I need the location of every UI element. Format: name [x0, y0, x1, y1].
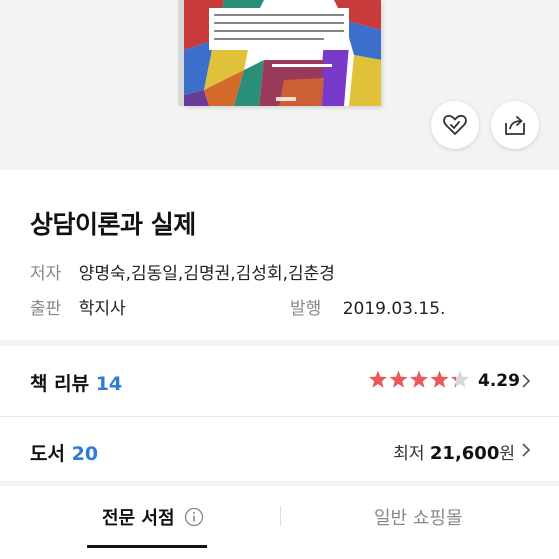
- book-cover[interactable]: [184, 0, 381, 106]
- books-row[interactable]: 도서 20 최저 21,600원: [0, 417, 559, 483]
- heart-check-icon: [443, 114, 467, 135]
- books-heading: 도서 20: [30, 439, 98, 466]
- lowest-price: 최저 21,600원: [393, 439, 515, 464]
- rating-stars: [368, 370, 470, 388]
- active-tab-indicator: [87, 545, 207, 548]
- published-row: 발행 2019.03.15.: [290, 294, 445, 319]
- review-heading: 책 리뷰 14: [30, 369, 122, 396]
- tab-label: 일반 쇼핑몰: [374, 508, 463, 529]
- review-count: 14: [95, 373, 123, 395]
- price-prefix: 최저: [393, 444, 425, 464]
- published-label: 발행: [290, 299, 322, 319]
- chevron-right-icon: [522, 374, 531, 388]
- books-count: 20: [71, 443, 99, 465]
- author-label: 저자: [30, 264, 62, 284]
- star-icon: [450, 370, 470, 388]
- star-icon: [430, 370, 449, 388]
- star-icon: [389, 370, 408, 388]
- tab-label: 전문 서점: [102, 508, 175, 529]
- review-label: 책 리뷰: [30, 373, 90, 395]
- star-rating: [368, 370, 472, 390]
- publisher-row: 출판 학지사: [30, 294, 126, 319]
- tab-divider: [280, 506, 281, 526]
- star-icon: [409, 370, 429, 388]
- share-button[interactable]: [491, 101, 539, 149]
- author-row: 저자 양명숙,김동일,김명권,김성회,김춘경: [30, 259, 335, 284]
- chevron-right-icon: [522, 443, 531, 457]
- price-amount: 21,600: [429, 443, 500, 464]
- book-title: 상담이론과 실제: [30, 210, 196, 239]
- books-label: 도서: [30, 443, 65, 465]
- review-row[interactable]: 책 리뷰 14 4.29: [0, 346, 559, 416]
- publisher-name[interactable]: 학지사: [79, 299, 126, 319]
- star-icon: [368, 370, 388, 388]
- published-date: 2019.03.15.: [342, 299, 446, 319]
- author-names[interactable]: 양명숙,김동일,김명권,김성회,김춘경: [79, 264, 335, 284]
- publisher-label: 출판: [30, 299, 62, 319]
- share-icon: [505, 116, 525, 135]
- book-image-area: [0, 0, 559, 170]
- store-tabs: 전문 서점 일반 쇼핑몰: [0, 486, 559, 559]
- tab-general-mall[interactable]: 일반 쇼핑몰: [374, 504, 463, 530]
- info-icon[interactable]: [184, 507, 204, 527]
- tab-specialty-store[interactable]: 전문 서점: [102, 504, 204, 530]
- price-unit: 원: [499, 444, 515, 464]
- rating-value: 4.29: [478, 371, 520, 391]
- wishlist-button[interactable]: [431, 101, 479, 149]
